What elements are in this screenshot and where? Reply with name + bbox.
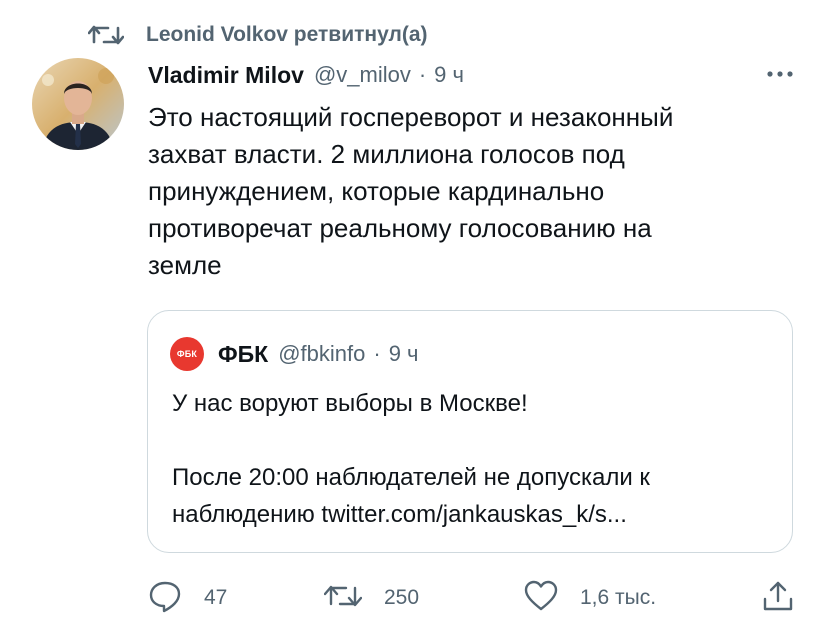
quoted-avatar-text: ФБК <box>176 349 198 359</box>
quoted-author-handle[interactable]: @fbkinfo <box>278 341 365 367</box>
share-button[interactable] <box>762 578 794 618</box>
quoted-author-name[interactable]: ФБК <box>218 341 268 368</box>
like-icon <box>524 580 558 617</box>
avatar[interactable] <box>32 58 124 150</box>
retweet-banner[interactable]: Leonid Volkov ретвитнул(а) <box>88 22 428 48</box>
tweet-text-line: Это настоящий госпереворот и незаконный <box>148 102 674 132</box>
tweet-text-line: противоречат реальному голосованию на <box>148 213 652 243</box>
quoted-author-avatar[interactable]: ФБК <box>170 337 204 371</box>
author-handle[interactable]: @v_milov <box>314 62 411 88</box>
like-button[interactable]: 1,6 тыс. <box>524 578 656 618</box>
quoted-separator-dot: · <box>373 341 381 366</box>
action-bar: 47 250 1,6 тыс. <box>148 578 798 618</box>
tweet-text-line: захват власти. 2 миллиона голосов под <box>148 139 625 169</box>
like-count: 1,6 тыс. <box>580 586 657 609</box>
retweet-button[interactable]: 250 <box>323 578 420 618</box>
reply-icon <box>148 579 182 618</box>
quoted-tweet-time[interactable]: 9 ч <box>389 341 419 367</box>
reply-button[interactable]: 47 <box>148 578 227 618</box>
reply-count: 47 <box>204 586 228 609</box>
quoted-text-line: наблюдению twitter.com/jankauskas_k/s... <box>172 501 627 528</box>
quoted-tweet[interactable]: ФБК ФБК @fbkinfo · 9 ч У нас воруют выбо… <box>147 310 793 553</box>
tweet-text-line: принуждением, которые кардинально <box>148 176 605 206</box>
tweet-text: Это настоящий госпереворот и незаконный … <box>148 99 768 284</box>
quoted-text-line: У нас воруют выборы в Москве! <box>172 390 528 417</box>
author-name[interactable]: Vladimir Milov <box>148 62 304 89</box>
tweet-text-line: земле <box>148 250 222 280</box>
tweet-header: Vladimir Milov @v_milov · 9 ч <box>148 58 797 92</box>
quoted-text-line <box>172 422 772 459</box>
share-icon <box>762 579 794 618</box>
retweet-count: 250 <box>384 586 420 609</box>
quoted-tweet-header: ФБК ФБК @fbkinfo · 9 ч <box>170 337 419 371</box>
tweet-time[interactable]: 9 ч <box>434 62 464 88</box>
separator-dot: · <box>418 62 427 87</box>
retweet-banner-text: Leonid Volkov ретвитнул(а) <box>146 23 428 46</box>
more-options-icon[interactable] <box>763 62 797 86</box>
quoted-tweet-text: У нас воруют выборы в Москве! После 20:0… <box>172 385 772 533</box>
quoted-text-line: После 20:00 наблюдателей не допускали к <box>172 464 650 491</box>
retweet-icon <box>88 22 124 48</box>
retweet-icon <box>323 581 363 616</box>
